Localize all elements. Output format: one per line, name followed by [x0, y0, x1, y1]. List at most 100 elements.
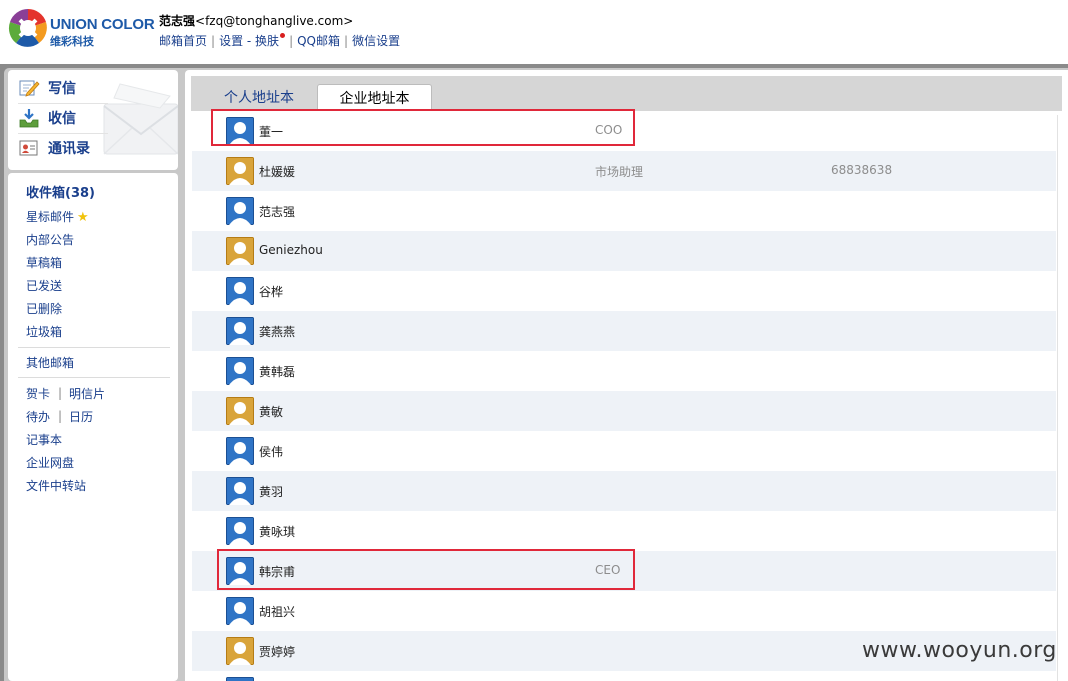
contact-avatar-icon [226, 557, 254, 585]
folder-starred[interactable]: 星标邮件 ★ [26, 209, 89, 226]
address-book-tabs: 个人地址本 企业地址本 [191, 76, 1062, 111]
folder-announcements[interactable]: 内部公告 [26, 232, 74, 248]
contact-row[interactable]: 黄羽 [192, 471, 1056, 511]
inbox-download-icon [19, 109, 39, 128]
notes-link[interactable]: 记事本 [26, 432, 62, 448]
contact-name[interactable]: 杜媛媛 [259, 163, 295, 180]
contact-row[interactable]: 龚燕燕 [192, 311, 1056, 351]
logo-subtitle: 维彩科技 [50, 35, 94, 48]
nav-skin-link[interactable]: 换肤 [255, 34, 279, 48]
contact-name[interactable]: 贾婷婷 [259, 643, 295, 660]
contact-avatar-icon [226, 477, 254, 505]
link-separator: | [58, 386, 63, 400]
nav-dash: - [243, 34, 256, 48]
contact-row[interactable]: 黄咏琪 [192, 511, 1056, 551]
contact-avatar-icon [226, 317, 254, 345]
contact-row[interactable]: Geniezhou [192, 231, 1056, 271]
star-icon: ★ [77, 210, 89, 225]
nav-qq-mail-link[interactable]: QQ邮箱 [297, 34, 340, 48]
nav-separator: | [289, 34, 294, 48]
contacts-label: 通讯录 [48, 141, 90, 157]
tab-personal-address-book[interactable]: 个人地址本 [214, 84, 304, 111]
contact-avatar-icon [226, 237, 254, 265]
logo-name: UNION COLOR [50, 16, 155, 33]
postcards-link[interactable]: 明信片 [69, 386, 105, 402]
scrollbar-track[interactable] [1057, 115, 1068, 681]
contact-name[interactable]: 范志强 [259, 203, 295, 220]
contact-name[interactable]: 胡祖兴 [259, 603, 295, 620]
contact-name[interactable]: 董一 [259, 123, 283, 140]
nav-mail-home-link[interactable]: 邮箱首页 [159, 34, 207, 48]
folder-other-mailbox[interactable]: 其他邮箱 [26, 355, 74, 371]
contact-title: 市场助理 [595, 165, 644, 179]
pencil-icon [19, 80, 40, 97]
receive-mail-button[interactable]: 收信 [18, 104, 108, 132]
contact-avatar-icon [226, 397, 254, 425]
watermark: www.wooyun.org [862, 638, 1057, 663]
contact-phone: 68838638 [831, 163, 893, 177]
new-indicator-dot [280, 33, 286, 38]
contact-name[interactable]: 谷桦 [259, 283, 283, 300]
contact-row[interactable]: 董一 COO [192, 111, 1056, 151]
file-transfer-link[interactable]: 文件中转站 [26, 478, 86, 494]
contact-list: 董一 COO 杜媛媛 市场助理 68838638 范志强 Geniezhou 谷桦龚燕燕黄韩磊… [192, 111, 1056, 681]
link-separator: | [58, 409, 63, 423]
contact-avatar-icon [226, 357, 254, 385]
contact-row[interactable]: 韩宗甫 CEO [192, 551, 1056, 591]
tab-enterprise-address-book[interactable]: 企业地址本 [317, 84, 432, 111]
contact-name[interactable]: 黄羽 [259, 483, 283, 500]
user-name: 范志强 [159, 14, 196, 28]
contact-title: CEO [595, 563, 621, 577]
contact-row[interactable]: 范志强 [192, 191, 1056, 231]
quick-actions-panel: 写信 收信 通讯录 [8, 70, 178, 170]
contact-name[interactable]: 黄咏琪 [259, 523, 295, 540]
contact-name[interactable]: 黄敏 [259, 403, 283, 420]
nav-settings-link[interactable]: 设置 [219, 34, 243, 48]
nav-wechat-settings-link[interactable]: 微信设置 [352, 34, 400, 48]
contact-name[interactable]: 龚燕燕 [259, 323, 295, 340]
write-mail-label: 写信 [48, 81, 76, 97]
folder-trash[interactable]: 垃圾箱 [26, 324, 62, 340]
contact-row[interactable]: 胡祖兴 [192, 591, 1056, 631]
address-book-icon [19, 140, 38, 156]
contact-avatar-icon [226, 677, 254, 681]
calendar-link[interactable]: 日历 [69, 409, 93, 425]
contact-name[interactable]: Geniezhou [259, 243, 323, 257]
contact-row[interactable] [192, 671, 1056, 681]
contacts-button[interactable]: 通讯录 [18, 134, 108, 162]
contact-avatar-icon [226, 517, 254, 545]
contact-name[interactable]: 侯伟 [259, 443, 283, 460]
enterprise-disk-link[interactable]: 企业网盘 [26, 455, 74, 471]
folder-sent[interactable]: 已发送 [26, 278, 62, 294]
header: UNION COLOR 维彩科技 范志强<fzq@tonghanglive.co… [0, 0, 1068, 64]
folder-divider [18, 347, 170, 348]
cards-link[interactable]: 贺卡 [26, 386, 50, 402]
contact-row[interactable]: 黄敏 [192, 391, 1056, 431]
top-nav: 邮箱首页 | 设置 - 换肤 | QQ邮箱 | 微信设置 [159, 32, 400, 49]
user-email: <fzq@tonghanglive.com> [195, 14, 354, 28]
write-mail-button[interactable]: 写信 [18, 74, 108, 102]
user-info: 范志强<fzq@tonghanglive.com> [159, 12, 353, 29]
contact-avatar-icon [226, 197, 254, 225]
union-color-logo-icon [8, 9, 47, 47]
folder-drafts[interactable]: 草稿箱 [26, 255, 62, 271]
contact-name[interactable]: 韩宗甫 [259, 563, 295, 580]
contact-row[interactable]: 谷桦 [192, 271, 1056, 311]
contact-avatar-icon [226, 637, 254, 665]
contact-row[interactable]: 侯伟 [192, 431, 1056, 471]
contact-title: COO [595, 123, 623, 137]
contact-name[interactable]: 黄韩磊 [259, 363, 295, 380]
folder-starred-label: 星标邮件 [26, 210, 75, 224]
contact-row[interactable]: 杜媛媛 市场助理 68838638 [192, 151, 1056, 191]
contact-avatar-icon [226, 277, 254, 305]
address-book-panel: 个人地址本 企业地址本 董一 COO 杜媛媛 市场助理 68838638 范志强 Genie… [185, 70, 1068, 681]
folder-inbox[interactable]: 收件箱(38) [26, 186, 95, 202]
contact-avatar-icon [226, 117, 254, 145]
folder-panel: 收件箱(38) 星标邮件 ★ 内部公告 草稿箱 已发送 已删除 垃圾箱 其他邮箱 … [8, 173, 178, 681]
folder-deleted[interactable]: 已删除 [26, 301, 62, 317]
receive-mail-label: 收信 [48, 111, 76, 127]
contact-avatar-icon [226, 157, 254, 185]
todo-link[interactable]: 待办 [26, 409, 50, 425]
logo[interactable]: UNION COLOR 维彩科技 [8, 8, 155, 50]
contact-row[interactable]: 黄韩磊 [192, 351, 1056, 391]
